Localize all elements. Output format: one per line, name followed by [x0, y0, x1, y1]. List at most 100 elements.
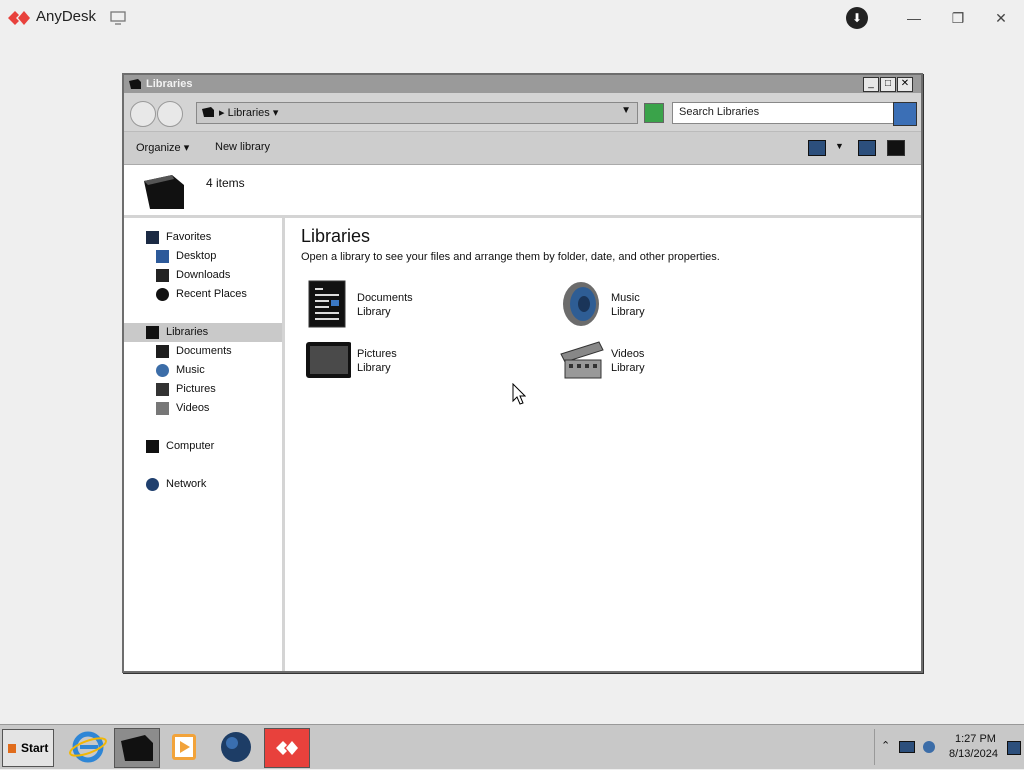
nav-libraries-label: Libraries	[166, 326, 209, 338]
anydesk-title: AnyDesk	[36, 8, 97, 25]
navigation-pane: Favorites Desktop Downloads Recent Place…	[124, 218, 285, 671]
clock-time[interactable]: 1:27 PM	[955, 733, 996, 745]
nav-pictures[interactable]: Pictures	[124, 380, 282, 399]
windows-flag-icon	[8, 744, 16, 753]
forward-button[interactable]	[157, 101, 183, 127]
change-view-icon[interactable]	[808, 140, 826, 156]
address-dropdown-icon[interactable]: ▼	[621, 105, 631, 116]
help-icon[interactable]	[887, 140, 905, 156]
anydesk-logo-icon	[8, 11, 30, 25]
window-titlebar[interactable]: Libraries _ □ ✕	[124, 75, 921, 93]
search-input[interactable]: Search Libraries	[672, 102, 917, 126]
media-player-icon[interactable]	[162, 728, 206, 766]
anydesk-taskbar-button[interactable]	[264, 728, 310, 768]
monitor-icon[interactable]	[110, 11, 126, 25]
start-label: Start	[21, 741, 49, 755]
breadcrumb-libraries[interactable]: Libraries	[228, 107, 270, 119]
nav-documents[interactable]: Documents	[124, 342, 282, 361]
pictures-icon	[306, 342, 351, 378]
libraries-icon	[202, 107, 214, 117]
music-icon	[563, 282, 599, 326]
library-name: Pictures	[357, 348, 397, 360]
anydesk-icon	[276, 741, 298, 755]
file-explorer-taskbar-button[interactable]	[114, 728, 160, 768]
internet-explorer-icon[interactable]	[66, 728, 110, 766]
view-options-dropdown-icon[interactable]: ▼	[835, 141, 844, 151]
breadcrumb[interactable]: ▸ Libraries ▾	[219, 106, 278, 119]
library-item-pictures[interactable]: Pictures Library	[305, 336, 525, 386]
documents-icon	[308, 280, 346, 328]
organize-button[interactable]: Organize ▾	[136, 141, 189, 154]
page-title: Libraries	[301, 226, 371, 246]
taskbar: Start ⌃ 1:27 PM 8/13/2024	[0, 724, 1024, 769]
address-bar-area: ▸ Libraries ▾ ▼ Search Libraries	[124, 93, 921, 132]
refresh-button[interactable]	[644, 103, 664, 123]
mouse-cursor-icon	[512, 383, 526, 405]
videos-icon	[560, 341, 604, 379]
command-bar: Organize ▾ New library ▼	[124, 132, 921, 165]
libraries-icon	[146, 326, 159, 339]
libraries-icon	[121, 735, 153, 761]
show-desktop-icon[interactable]	[1007, 741, 1021, 755]
start-button[interactable]: Start	[2, 729, 54, 767]
downloads-icon	[156, 269, 169, 282]
network-icon	[146, 478, 159, 491]
globe-icon[interactable]	[214, 728, 258, 766]
window-title: Libraries	[146, 78, 193, 90]
clock-date[interactable]: 8/13/2024	[949, 748, 998, 760]
nav-computer[interactable]: Computer	[124, 437, 282, 456]
download-icon[interactable]: ⬇	[846, 7, 868, 29]
address-bar[interactable]: ▸ Libraries ▾ ▼	[196, 102, 638, 124]
music-icon	[156, 364, 169, 377]
library-name: Videos	[611, 348, 645, 360]
anydesk-restore-button[interactable]: ❐	[948, 8, 968, 28]
nav-videos[interactable]: Videos	[124, 399, 282, 418]
documents-icon	[156, 345, 169, 358]
nav-videos-label: Videos	[176, 402, 210, 414]
library-type: Library	[357, 306, 391, 318]
back-button[interactable]	[130, 101, 156, 127]
pictures-icon	[156, 383, 169, 396]
show-hidden-icons-icon[interactable]: ⌃	[881, 739, 890, 752]
system-tray: ⌃ 1:27 PM 8/13/2024	[874, 729, 1024, 765]
desktop-icon	[156, 250, 169, 263]
item-count: 4 items	[206, 176, 245, 190]
recent-places-icon	[156, 288, 169, 301]
window-minimize-button[interactable]: _	[863, 77, 879, 92]
nav-favorites[interactable]: Favorites	[124, 228, 282, 247]
nav-network-label: Network	[166, 478, 207, 490]
anydesk-titlebar: AnyDesk ⬇ — ❐ ✕	[0, 0, 1024, 36]
nav-documents-label: Documents	[176, 345, 232, 357]
library-item-music[interactable]: Music Library	[559, 280, 779, 330]
nav-computer-label: Computer	[166, 440, 215, 452]
search-icon[interactable]	[893, 102, 917, 126]
nav-downloads[interactable]: Downloads	[124, 266, 282, 285]
nav-recent-places[interactable]: Recent Places	[124, 285, 282, 304]
search-placeholder: Search Libraries	[679, 106, 760, 118]
window-close-button[interactable]: ✕	[897, 77, 913, 92]
nav-desktop[interactable]: Desktop	[124, 247, 282, 266]
new-library-button[interactable]: New library	[215, 141, 270, 153]
window-maximize-button[interactable]: □	[880, 77, 896, 92]
library-type: Library	[611, 362, 645, 374]
volume-icon[interactable]	[923, 741, 935, 753]
nav-libraries[interactable]: Libraries	[124, 323, 282, 342]
nav-network[interactable]: Network	[124, 475, 282, 494]
anydesk-minimize-button[interactable]: —	[904, 8, 924, 28]
network-tray-icon[interactable]	[899, 741, 915, 753]
videos-icon	[156, 402, 169, 415]
library-type: Library	[611, 306, 645, 318]
library-item-videos[interactable]: Videos Library	[559, 336, 779, 386]
nav-music[interactable]: Music	[124, 361, 282, 380]
nav-downloads-label: Downloads	[176, 269, 231, 281]
page-description: Open a library to see your files and arr…	[301, 251, 720, 263]
computer-icon	[146, 440, 159, 453]
nav-pictures-label: Pictures	[176, 383, 216, 395]
libraries-large-icon	[144, 175, 184, 209]
library-item-documents[interactable]: Documents Library	[305, 280, 525, 330]
anydesk-close-button[interactable]: ✕	[991, 8, 1011, 28]
nav-recent-places-label: Recent Places	[176, 288, 247, 300]
library-name: Documents	[357, 292, 413, 304]
libraries-icon	[129, 79, 141, 89]
preview-pane-icon[interactable]	[858, 140, 876, 156]
